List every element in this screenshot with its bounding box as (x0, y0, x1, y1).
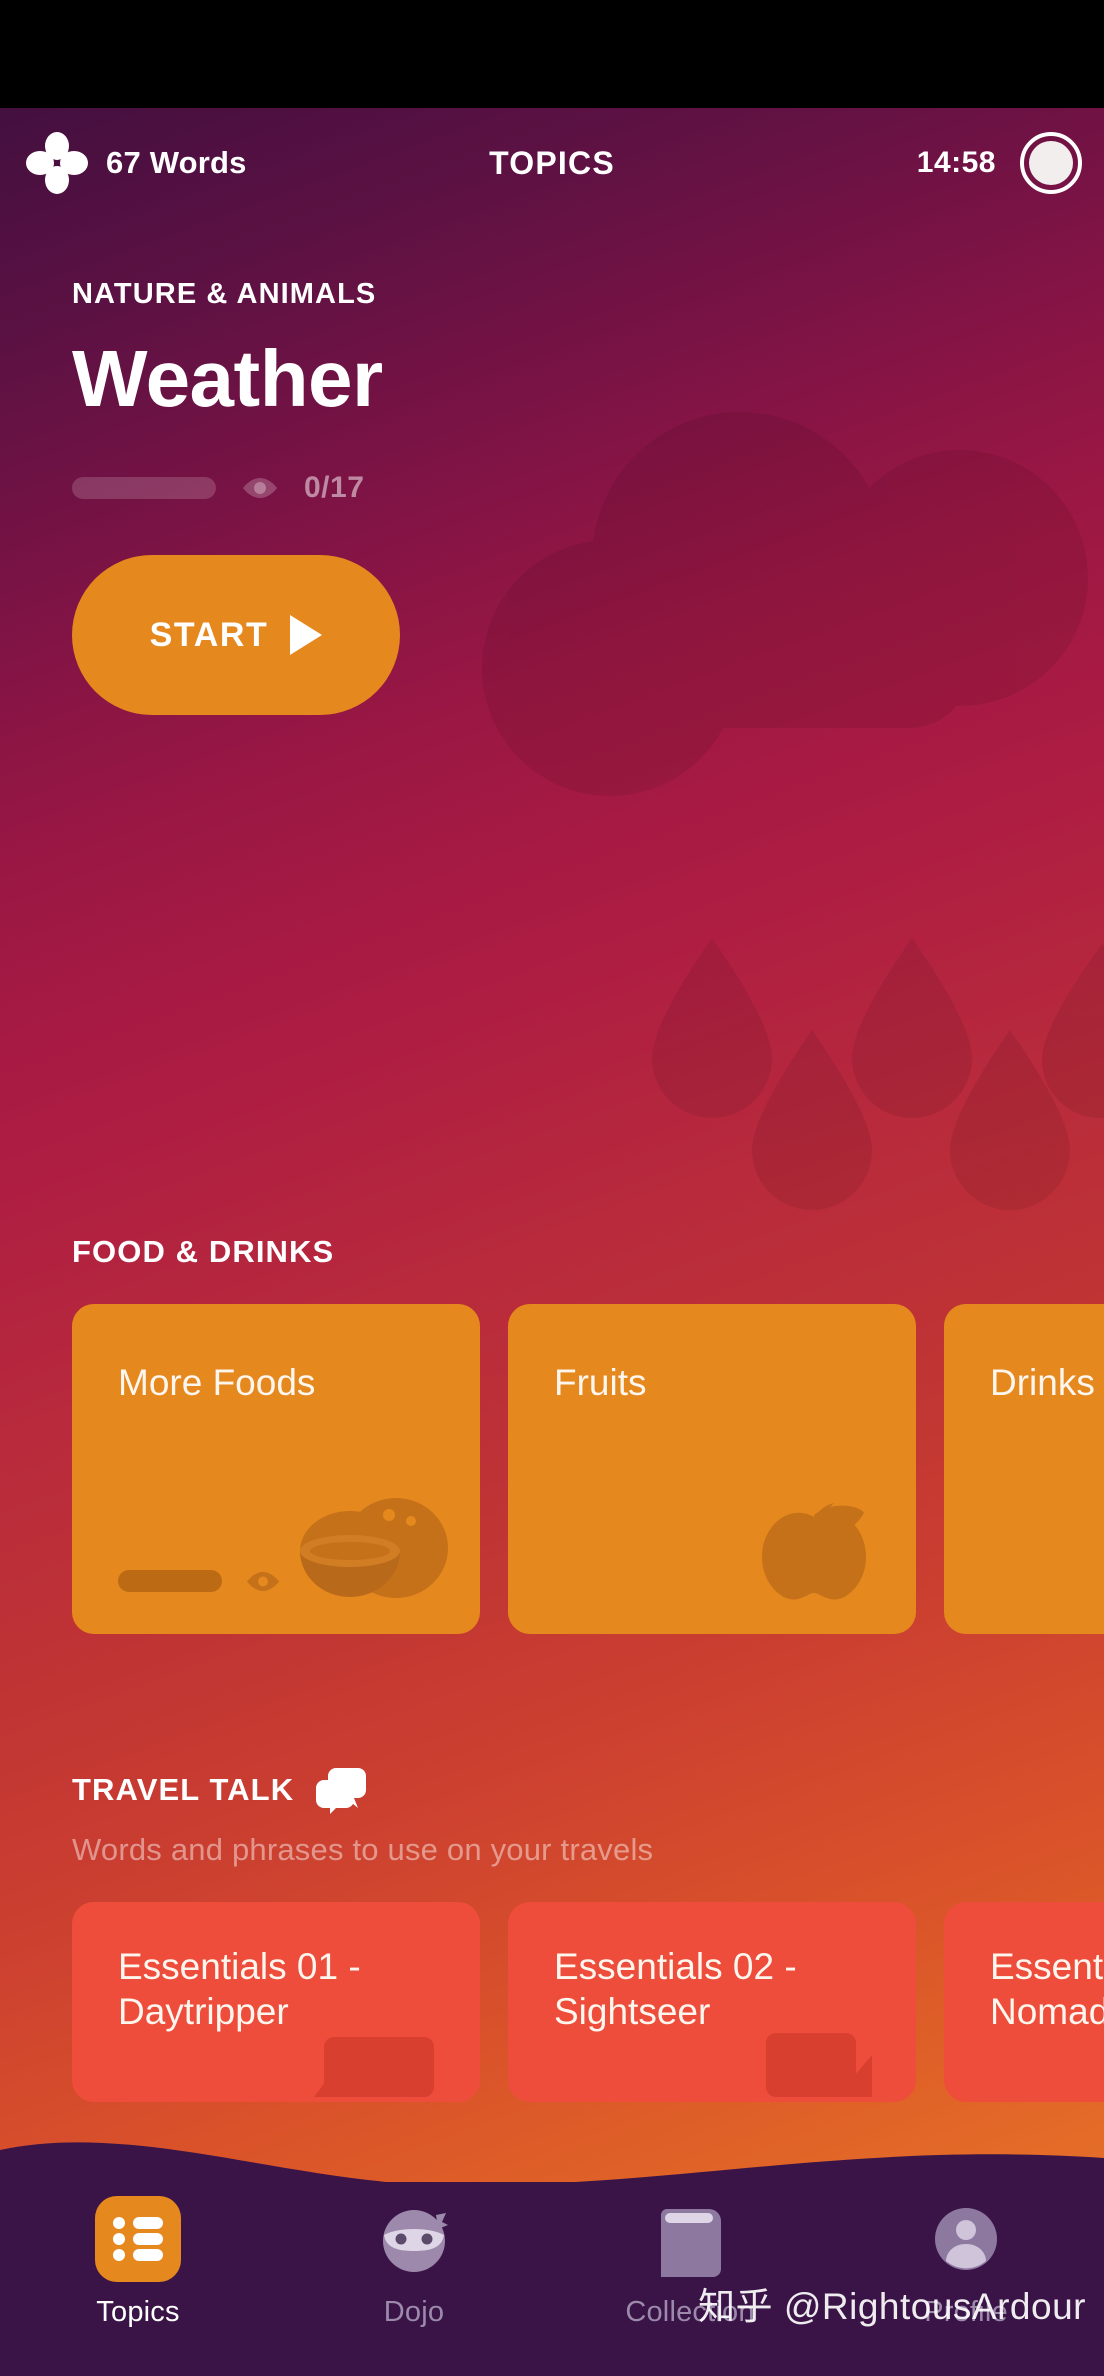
nav-label: Dojo (383, 2296, 445, 2328)
app-root: 67 Words TOPICS 14:58 NATURE & ANIMALS W… (0, 0, 1104, 2376)
topic-card-essentials-03[interactable]: Essentials 03 - Nomad (944, 1902, 1104, 2102)
card-row-travel[interactable]: Essentials 01 - Daytripper Essentials 02… (0, 1902, 1104, 2102)
avatar-inner (1029, 141, 1073, 185)
watermark: 知乎 @RightousArdour (698, 2286, 1086, 2327)
apple-icon (754, 1477, 874, 1610)
section-title: TRAVEL TALK (72, 1772, 295, 1807)
section-subtitle: Words and phrases to use on your travels (72, 1832, 654, 1867)
card-title: Drinks (990, 1362, 1095, 1403)
coconut-icon (296, 1493, 456, 1608)
section-title: FOOD & DRINKS (72, 1234, 335, 1269)
start-button-label: START (149, 615, 269, 654)
hero-progress: 0/17 (72, 471, 1032, 505)
app-header: 67 Words TOPICS 14:58 (0, 108, 1104, 218)
nav-label: Topics (96, 2296, 180, 2328)
eye-icon (246, 1571, 280, 1592)
nav-item-dojo[interactable]: Dojo (276, 2182, 552, 2329)
progress-count: 0/17 (304, 471, 365, 504)
ninja-icon (371, 2196, 457, 2282)
topic-card-drinks[interactable]: Drinks (944, 1304, 1104, 1634)
progress-bar (72, 477, 216, 499)
camera-icon (736, 2007, 886, 2102)
play-triangle-icon (290, 615, 323, 655)
section-header: TRAVEL TALK (0, 1768, 1104, 1814)
header-right: 14:58 (917, 108, 1082, 218)
topic-card-more-foods[interactable]: More Foods (72, 1304, 480, 1634)
book-icon (647, 2196, 733, 2282)
suitcase-icon (304, 2007, 454, 2102)
card-title: Fruits (554, 1362, 647, 1403)
nav-item-topics[interactable]: Topics (0, 2182, 276, 2329)
card-title: Essentials 03 - Nomad (990, 1946, 1104, 2033)
section-travel-talk: TRAVEL TALK Words and phrases to use on … (0, 1768, 1104, 2102)
card-progress (118, 1570, 280, 1592)
topic-card-essentials-01[interactable]: Essentials 01 - Daytripper (72, 1902, 480, 2102)
avatar[interactable] (1020, 132, 1082, 194)
clock-label: 14:58 (916, 146, 996, 179)
card-title: More Foods (118, 1362, 316, 1403)
card-row-food[interactable]: More Foods Fruits Drinks (0, 1304, 1104, 1634)
eye-icon (242, 477, 278, 499)
hero-topic: NATURE & ANIMALS Weather 0/17 START (0, 278, 1104, 715)
hero-category: NATURE & ANIMALS (72, 278, 377, 310)
list-icon (95, 2196, 181, 2282)
start-button[interactable]: START (72, 555, 400, 715)
section-food-drinks: FOOD & DRINKS More Foods Fruits Drinks (0, 1234, 1104, 1634)
person-icon (923, 2196, 1009, 2282)
topics-tile (95, 2196, 181, 2282)
topic-card-essentials-02[interactable]: Essentials 02 - Sightseer (508, 1902, 916, 2102)
card-progress-bar (118, 1570, 222, 1592)
section-header: FOOD & DRINKS (0, 1234, 1104, 1270)
bottom-navigation: Topics Dojo Collection Profile (0, 2136, 1104, 2376)
hero-title: Weather (72, 334, 383, 423)
speech-bubbles-icon (316, 1768, 367, 1814)
status-bar (0, 0, 1104, 108)
topic-card-fruits[interactable]: Fruits (508, 1304, 916, 1634)
